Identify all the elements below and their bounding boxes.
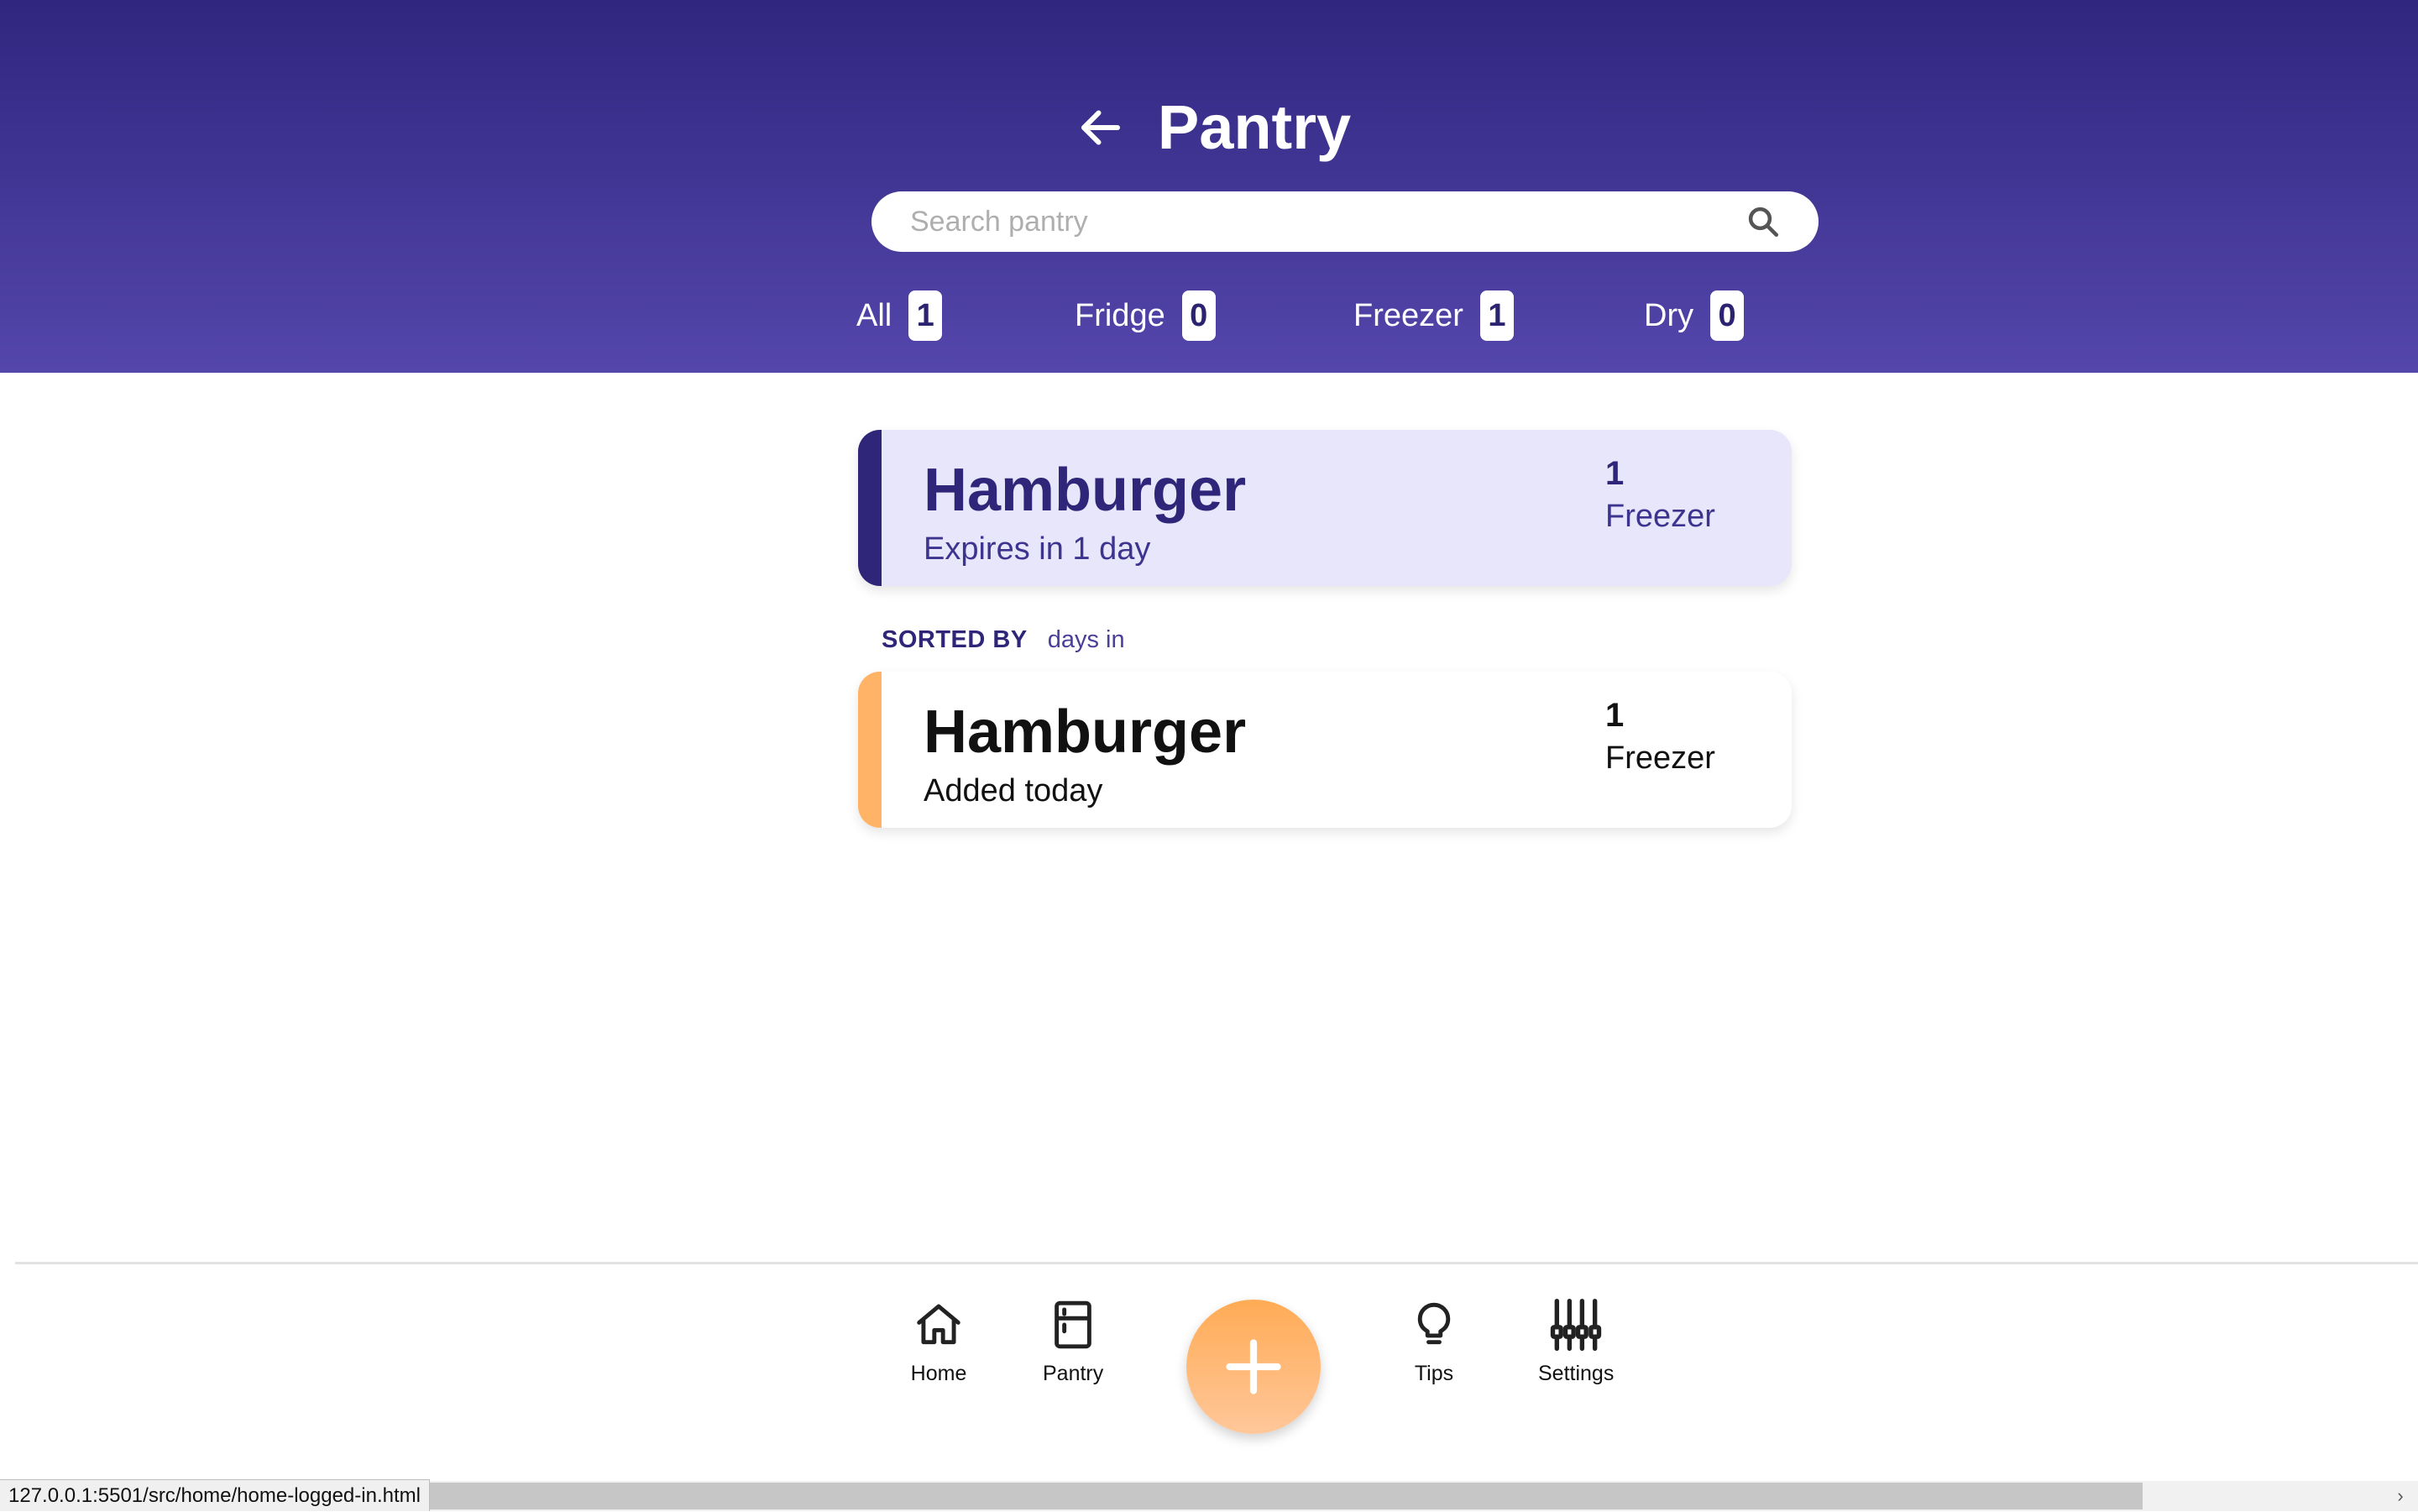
expiring-item-card[interactable]: Hamburger Expires in 1 day 1 Freezer xyxy=(858,430,1792,586)
nav-tips[interactable]: Tips xyxy=(1404,1295,1464,1386)
filter-count-badge: 1 xyxy=(908,290,943,341)
filter-tab-fridge[interactable]: Fridge 0 xyxy=(1075,289,1216,343)
filter-tab-all[interactable]: All 1 xyxy=(856,289,943,343)
title-row: Pantry xyxy=(0,91,2418,165)
sort-row: SORTED BY days in xyxy=(882,623,1125,657)
card-accent-bar xyxy=(858,672,882,828)
browser-status-url: 127.0.0.1:5501/src/home/home-logged-in.h… xyxy=(0,1479,430,1511)
item-name: Hamburger xyxy=(924,698,1247,766)
sort-selector[interactable]: days in xyxy=(1048,626,1125,654)
search-input[interactable] xyxy=(908,204,1745,239)
nav-home[interactable]: Home xyxy=(908,1295,969,1386)
nav-divider xyxy=(15,1262,2418,1264)
filter-label: Fridge xyxy=(1075,297,1165,333)
plus-icon xyxy=(1226,1339,1281,1394)
header: Pantry All 1 Fridge 0 Freezer 1 Dry 0 xyxy=(0,0,2418,373)
sliders-icon xyxy=(1546,1295,1606,1355)
nav-settings[interactable]: Settings xyxy=(1538,1295,1614,1386)
nav-label: Home xyxy=(910,1362,967,1385)
back-button[interactable] xyxy=(1074,101,1128,154)
nav-label: Settings xyxy=(1538,1362,1615,1385)
filter-tab-freezer[interactable]: Freezer 1 xyxy=(1353,289,1514,343)
item-expiry: Expires in 1 day xyxy=(924,531,1151,567)
filter-count-badge: 0 xyxy=(1710,290,1745,341)
filter-label: All xyxy=(856,297,892,333)
nav-pantry[interactable]: Pantry xyxy=(1043,1295,1103,1386)
add-item-button[interactable] xyxy=(1186,1300,1321,1434)
item-location: Freezer xyxy=(1605,499,1715,534)
card-accent-bar xyxy=(858,430,882,586)
home-icon xyxy=(908,1295,969,1355)
pantry-item-card[interactable]: Hamburger Added today 1 Freezer xyxy=(858,672,1792,828)
search-icon[interactable] xyxy=(1745,203,1782,240)
page-title: Pantry xyxy=(1157,92,1352,162)
nav-label: Pantry xyxy=(1043,1362,1104,1385)
filter-label: Dry xyxy=(1644,297,1694,333)
filter-label: Freezer xyxy=(1353,297,1463,333)
nav-label: Tips xyxy=(1414,1362,1454,1385)
item-name: Hamburger xyxy=(924,457,1247,524)
item-location: Freezer xyxy=(1605,740,1715,776)
item-added: Added today xyxy=(924,773,1103,808)
sort-label: SORTED BY xyxy=(882,625,1028,653)
lightbulb-icon xyxy=(1404,1295,1464,1355)
item-quantity: 1 xyxy=(1605,455,1625,492)
item-quantity: 1 xyxy=(1605,697,1625,734)
filter-tabs: All 1 Fridge 0 Freezer 1 Dry 0 xyxy=(0,289,2418,343)
filter-count-badge: 1 xyxy=(1479,290,1514,341)
arrow-left-icon xyxy=(1081,110,1120,145)
filter-tab-dry[interactable]: Dry 0 xyxy=(1644,289,1745,343)
scroll-right-icon[interactable]: › xyxy=(2388,1481,2413,1511)
filter-count-badge: 0 xyxy=(1181,290,1216,341)
fridge-icon xyxy=(1043,1295,1103,1355)
search-bar xyxy=(871,191,1819,252)
